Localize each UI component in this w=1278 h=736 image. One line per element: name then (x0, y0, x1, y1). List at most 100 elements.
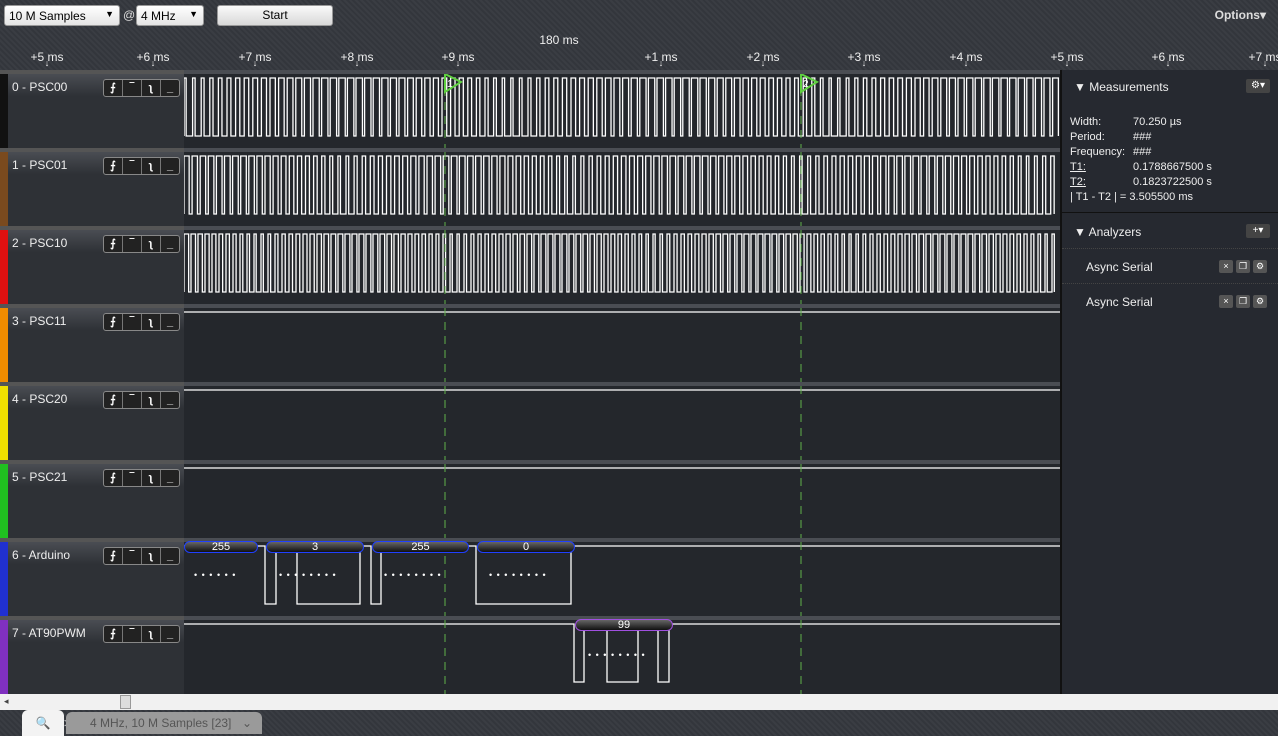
trigger-button[interactable]: ‾ (123, 470, 142, 486)
trigger-button[interactable]: _ (161, 236, 179, 252)
chevron-down-icon: ▼ (189, 9, 198, 19)
decoded-value-bubble[interactable]: 3 (266, 541, 364, 553)
trigger-button[interactable]: ⨍ (104, 80, 123, 96)
trigger-button[interactable]: ʅ (142, 236, 161, 252)
trigger-button[interactable]: ‾ (123, 158, 142, 174)
trigger-selector[interactable]: ⨍ ‾ ʅ _ (103, 391, 180, 409)
trigger-button[interactable]: ʅ (142, 80, 161, 96)
ruler-tick: +5 ms (1050, 50, 1083, 64)
trigger-selector[interactable]: ⨍ ‾ ʅ _ (103, 79, 180, 97)
channel-label[interactable]: 0 - PSC00 ⨍ ‾ ʅ _ (0, 70, 184, 148)
channel-row: 3 - PSC11 ⨍ ‾ ʅ _ (0, 304, 1060, 382)
trigger-button[interactable]: ‾ (123, 80, 142, 96)
trigger-button[interactable]: ‾ (123, 392, 142, 408)
trigger-button[interactable]: ‾ (123, 236, 142, 252)
waveform-area[interactable] (184, 148, 1060, 226)
search-tab[interactable]: 🔍 (22, 710, 64, 736)
trigger-button[interactable]: ʅ (142, 548, 161, 564)
trigger-button[interactable]: ʅ (142, 392, 161, 408)
trigger-button[interactable]: ⨍ (104, 392, 123, 408)
trigger-button[interactable]: _ (161, 626, 179, 642)
copy-analyzer-icon[interactable]: ❐ (1236, 260, 1250, 273)
add-analyzer-button[interactable]: +▾ (1246, 224, 1270, 238)
rate-dropdown[interactable]: 4 MHz ▼ (136, 5, 204, 26)
trigger-button[interactable]: ʅ (142, 470, 161, 486)
trigger-button[interactable]: ‾ (123, 626, 142, 642)
trigger-button[interactable]: _ (161, 314, 179, 330)
trigger-button[interactable]: ⨍ (104, 236, 123, 252)
trigger-selector[interactable]: ⨍ ‾ ʅ _ (103, 157, 180, 175)
waveform-area[interactable] (184, 460, 1060, 538)
waveform-area[interactable]: 12 (184, 70, 1060, 148)
channel-label[interactable]: 4 - PSC20 ⨍ ‾ ʅ _ (0, 382, 184, 460)
signal-trace (184, 77, 1060, 137)
svg-text:1: 1 (447, 79, 453, 90)
trigger-button[interactable]: ⨍ (104, 158, 123, 174)
trigger-button[interactable]: ⨍ (104, 626, 123, 642)
channel-row: 0 - PSC00 ⨍ ‾ ʅ _ 1 2 (0, 70, 1060, 148)
trigger-button[interactable]: ʅ (142, 158, 161, 174)
waveform-area[interactable] (184, 382, 1060, 460)
session-tabs: 🔍 > 4 MHz, 10 M Samples [23]⌄ (0, 710, 1278, 736)
remove-analyzer-icon[interactable]: × (1219, 295, 1233, 308)
decoded-value-bubble[interactable]: 255 (184, 541, 258, 553)
ruler-tick: +8 ms (340, 50, 373, 64)
ruler-tick: +1 ms (644, 50, 677, 64)
waveform-area[interactable] (184, 304, 1060, 382)
channel-color-bar (0, 386, 8, 460)
decoded-value-bubble[interactable]: 0 (477, 541, 575, 553)
trigger-button[interactable]: ‾ (123, 314, 142, 330)
trigger-button[interactable]: _ (161, 548, 179, 564)
at-label: @ (123, 8, 136, 22)
trigger-button[interactable]: _ (161, 80, 179, 96)
channel-label[interactable]: 1 - PSC01 ⨍ ‾ ʅ _ (0, 148, 184, 226)
settings-analyzer-icon[interactable]: ⚙ (1253, 295, 1267, 308)
trigger-button[interactable]: ʅ (142, 626, 161, 642)
trigger-button[interactable]: _ (161, 392, 179, 408)
session-tab[interactable]: 4 MHz, 10 M Samples [23] ⌄ (66, 712, 262, 734)
channel-label[interactable]: 6 - Arduino ⨍ ‾ ʅ _ (0, 538, 184, 616)
trigger-selector[interactable]: ⨍ ‾ ʅ _ (103, 547, 180, 565)
start-button[interactable]: Start (217, 5, 333, 26)
waveform-area[interactable] (184, 226, 1060, 304)
scrollbar-thumb[interactable] (120, 695, 131, 709)
analyzer-item[interactable]: Async Serial (1086, 260, 1153, 274)
channel-label[interactable]: 2 - PSC10 ⨍ ‾ ʅ _ (0, 226, 184, 304)
decoded-value-bubble[interactable]: 99 (575, 619, 673, 631)
channel-label[interactable]: 5 - PSC21 ⨍ ‾ ʅ _ (0, 460, 184, 538)
horizontal-scrollbar[interactable]: ◂ (0, 694, 1278, 710)
channel-color-bar (0, 308, 8, 382)
trigger-button[interactable]: ⨍ (104, 314, 123, 330)
channel-name: 7 - AT90PWM (12, 626, 86, 640)
trigger-button[interactable]: _ (161, 158, 179, 174)
measurements-header[interactable]: ▼ Measurements (1074, 80, 1169, 94)
copy-analyzer-icon[interactable]: ❐ (1236, 295, 1250, 308)
channel-label[interactable]: 7 - AT90PWM ⨍ ‾ ʅ _ (0, 616, 184, 694)
trigger-button[interactable]: ʅ (142, 314, 161, 330)
remove-analyzer-icon[interactable]: × (1219, 260, 1233, 273)
decoded-value-bubble[interactable]: 255 (372, 541, 469, 553)
trigger-button[interactable]: _ (161, 470, 179, 486)
trigger-selector[interactable]: ⨍ ‾ ʅ _ (103, 235, 180, 253)
trigger-selector[interactable]: ⨍ ‾ ʅ _ (103, 313, 180, 331)
channel-label[interactable]: 3 - PSC11 ⨍ ‾ ʅ _ (0, 304, 184, 382)
samples-dropdown[interactable]: 10 M Samples ▼ (4, 5, 120, 26)
channel-name: 4 - PSC20 (12, 392, 68, 406)
divider (1062, 283, 1278, 284)
analyzer-item[interactable]: Async Serial (1086, 295, 1153, 309)
measurement-value: 0.1823722500 s (1133, 176, 1212, 188)
options-button[interactable]: Options▾ (1215, 8, 1266, 22)
trigger-selector[interactable]: ⨍ ‾ ʅ _ (103, 625, 180, 643)
measurements-gear-button[interactable]: ⚙▾ (1246, 79, 1270, 93)
channel-name: 6 - Arduino (12, 548, 71, 562)
measurement-label: Period: (1070, 131, 1105, 143)
scroll-left-icon[interactable]: ◂ (4, 696, 9, 707)
signal-trace (184, 155, 1055, 215)
trigger-button[interactable]: ⨍ (104, 548, 123, 564)
divider (1062, 212, 1278, 213)
trigger-selector[interactable]: ⨍ ‾ ʅ _ (103, 469, 180, 487)
trigger-button[interactable]: ‾ (123, 548, 142, 564)
analyzers-header[interactable]: ▼ Analyzers (1074, 225, 1141, 239)
trigger-button[interactable]: ⨍ (104, 470, 123, 486)
settings-analyzer-icon[interactable]: ⚙ (1253, 260, 1267, 273)
